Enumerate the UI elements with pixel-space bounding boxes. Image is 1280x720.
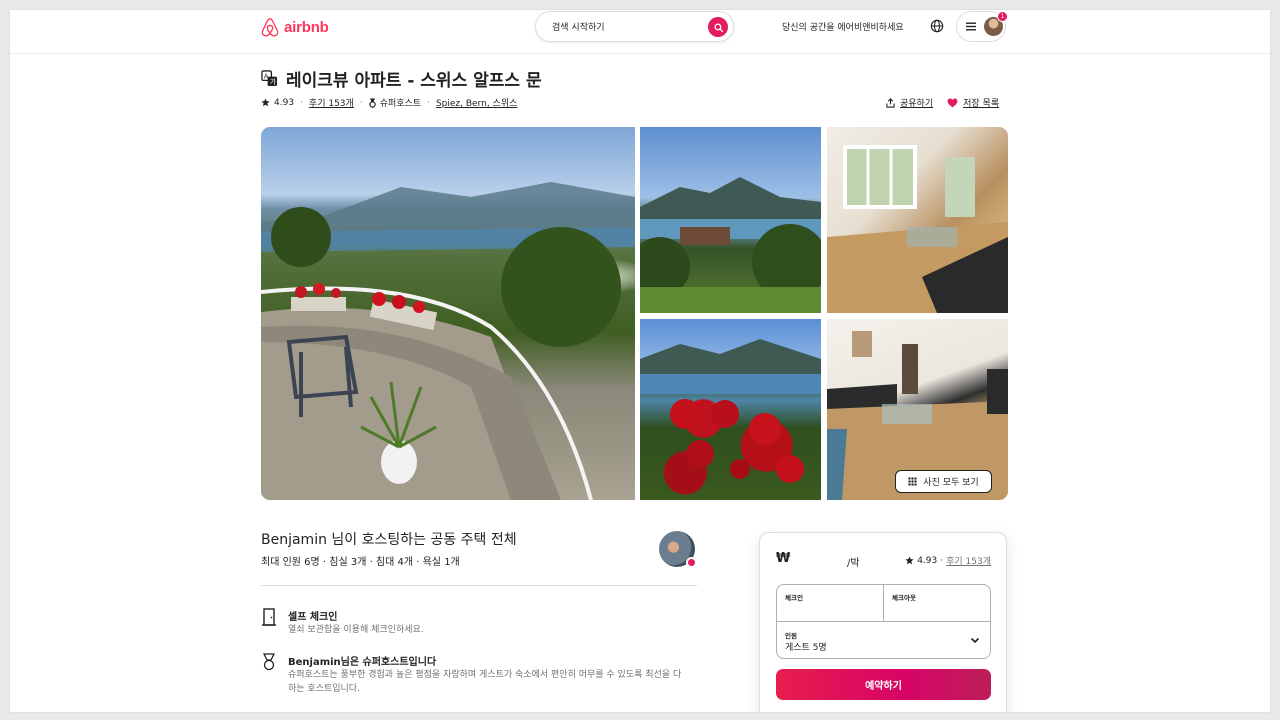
- checkin-field[interactable]: 체크인: [777, 585, 884, 622]
- booking-card: ₩ /박 4.93 · 후기 153개 체크인 체크아웃 인원 게스트 5명 예…: [759, 532, 1007, 712]
- location-link[interactable]: Spiez, Bern, 스위스: [436, 96, 517, 109]
- feature-title: Benjamin님은 슈퍼호스트입니다: [288, 657, 437, 668]
- price-currency: ₩: [776, 551, 791, 566]
- globe-icon[interactable]: [930, 19, 944, 33]
- guests-select[interactable]: 게스트 5명: [785, 640, 827, 653]
- airbnb-logo[interactable]: airbnb: [260, 16, 329, 38]
- search-button[interactable]: [708, 17, 728, 37]
- meta-separator: ·: [427, 97, 430, 108]
- top-nav: airbnb 검색 시작하기 당신의 공간을 에어비앤비하세요 1: [10, 10, 1270, 54]
- section-divider: [261, 585, 697, 586]
- lake-illustration: [640, 177, 821, 313]
- show-all-photos-label: 사진 모두 보기: [923, 478, 979, 488]
- save-button[interactable]: 저장 목록: [947, 96, 999, 109]
- photo-red-roses-lake[interactable]: [640, 319, 821, 500]
- host-summary: 최대 인원 6명 · 침실 3개 · 침대 4개 · 욕실 1개: [261, 557, 460, 568]
- search-icon: [713, 22, 723, 32]
- logo-text: airbnb: [284, 18, 329, 36]
- superhost-icon: [368, 98, 376, 108]
- door-icon: [262, 608, 276, 626]
- host-title: Benjamin 님이 호스팅하는 공동 주택 전체: [261, 532, 517, 548]
- heart-icon: [947, 98, 958, 107]
- photo-gallery: 사진 모두 보기: [261, 127, 1008, 500]
- per-night-label: /박: [847, 558, 860, 569]
- main-photo-balcony-view[interactable]: [261, 127, 635, 500]
- hamburger-icon: [966, 22, 976, 31]
- svg-text:가: 가: [270, 77, 276, 86]
- listing-title: 레이크뷰 아파트 - 스위스 알프스 문: [286, 71, 542, 91]
- feature-title: 셀프 체크인: [288, 612, 338, 623]
- date-guest-picker: 체크인 체크아웃 인원 게스트 5명: [776, 584, 991, 659]
- save-label: 저장 목록: [963, 99, 1000, 109]
- reviews-link[interactable]: 후기 153개: [309, 96, 354, 109]
- notification-badge: 1: [997, 11, 1008, 22]
- become-host-link[interactable]: 당신의 공간을 에어비앤비하세요: [782, 20, 904, 33]
- star-icon: [905, 556, 914, 565]
- share-icon: [886, 97, 895, 108]
- photo-living-room-window[interactable]: [827, 127, 1008, 313]
- star-icon: [261, 98, 270, 107]
- feature-description: 슈퍼호스트는 풍부한 경험과 높은 평점을 자랑하며 게스트가 숙소에서 편안히…: [288, 670, 682, 694]
- listing-rating: 4.93: [274, 97, 295, 108]
- card-reviews-link[interactable]: 후기 153개: [946, 554, 991, 567]
- photo-lake-view[interactable]: [640, 127, 821, 313]
- superhost-badge: [686, 557, 697, 568]
- living-room-illustration: [827, 145, 1008, 313]
- checkin-label: 체크인: [785, 594, 803, 602]
- superhost-label: 슈퍼호스트: [379, 99, 422, 109]
- chevron-down-icon[interactable]: [970, 635, 980, 645]
- meta-separator: ·: [359, 97, 363, 108]
- browser-page: airbnb 검색 시작하기 당신의 공간을 에어비앤비하세요 1 A 가 레이…: [10, 10, 1270, 712]
- airbnb-logo-icon: [261, 17, 279, 37]
- checkout-label: 체크아웃: [892, 594, 916, 602]
- share-button[interactable]: 공유하기: [886, 96, 933, 109]
- balcony-illustration: [261, 182, 635, 500]
- grid-icon: [908, 477, 918, 486]
- show-all-photos-button[interactable]: 사진 모두 보기: [895, 470, 992, 493]
- svg-text:A: A: [264, 73, 269, 81]
- feature-description: 열쇠 보관함을 이용해 체크인하세요.: [288, 625, 424, 635]
- share-label: 공유하기: [900, 99, 934, 109]
- listing-meta: 4.93 · 후기 153개 · 슈퍼호스트 · Spiez, Bern, 스위…: [261, 96, 517, 109]
- medal-icon: [262, 653, 276, 671]
- search-placeholder: 검색 시작하기: [552, 23, 605, 33]
- card-rating-value: 4.93: [917, 555, 938, 566]
- roses-illustration: [640, 339, 821, 483]
- translate-icon[interactable]: A 가: [261, 70, 278, 87]
- checkout-field[interactable]: 체크아웃: [884, 585, 990, 622]
- listing-actions: 공유하기 저장 목록: [886, 96, 999, 109]
- meta-separator: ·: [300, 97, 303, 108]
- reserve-button[interactable]: 예약하기: [776, 669, 991, 700]
- search-bar[interactable]: 검색 시작하기: [535, 11, 734, 42]
- meta-separator: ·: [940, 555, 944, 566]
- guests-label: 인원: [785, 632, 797, 640]
- date-row: 체크인 체크아웃: [777, 585, 990, 622]
- card-rating: 4.93 · 후기 153개: [905, 554, 991, 567]
